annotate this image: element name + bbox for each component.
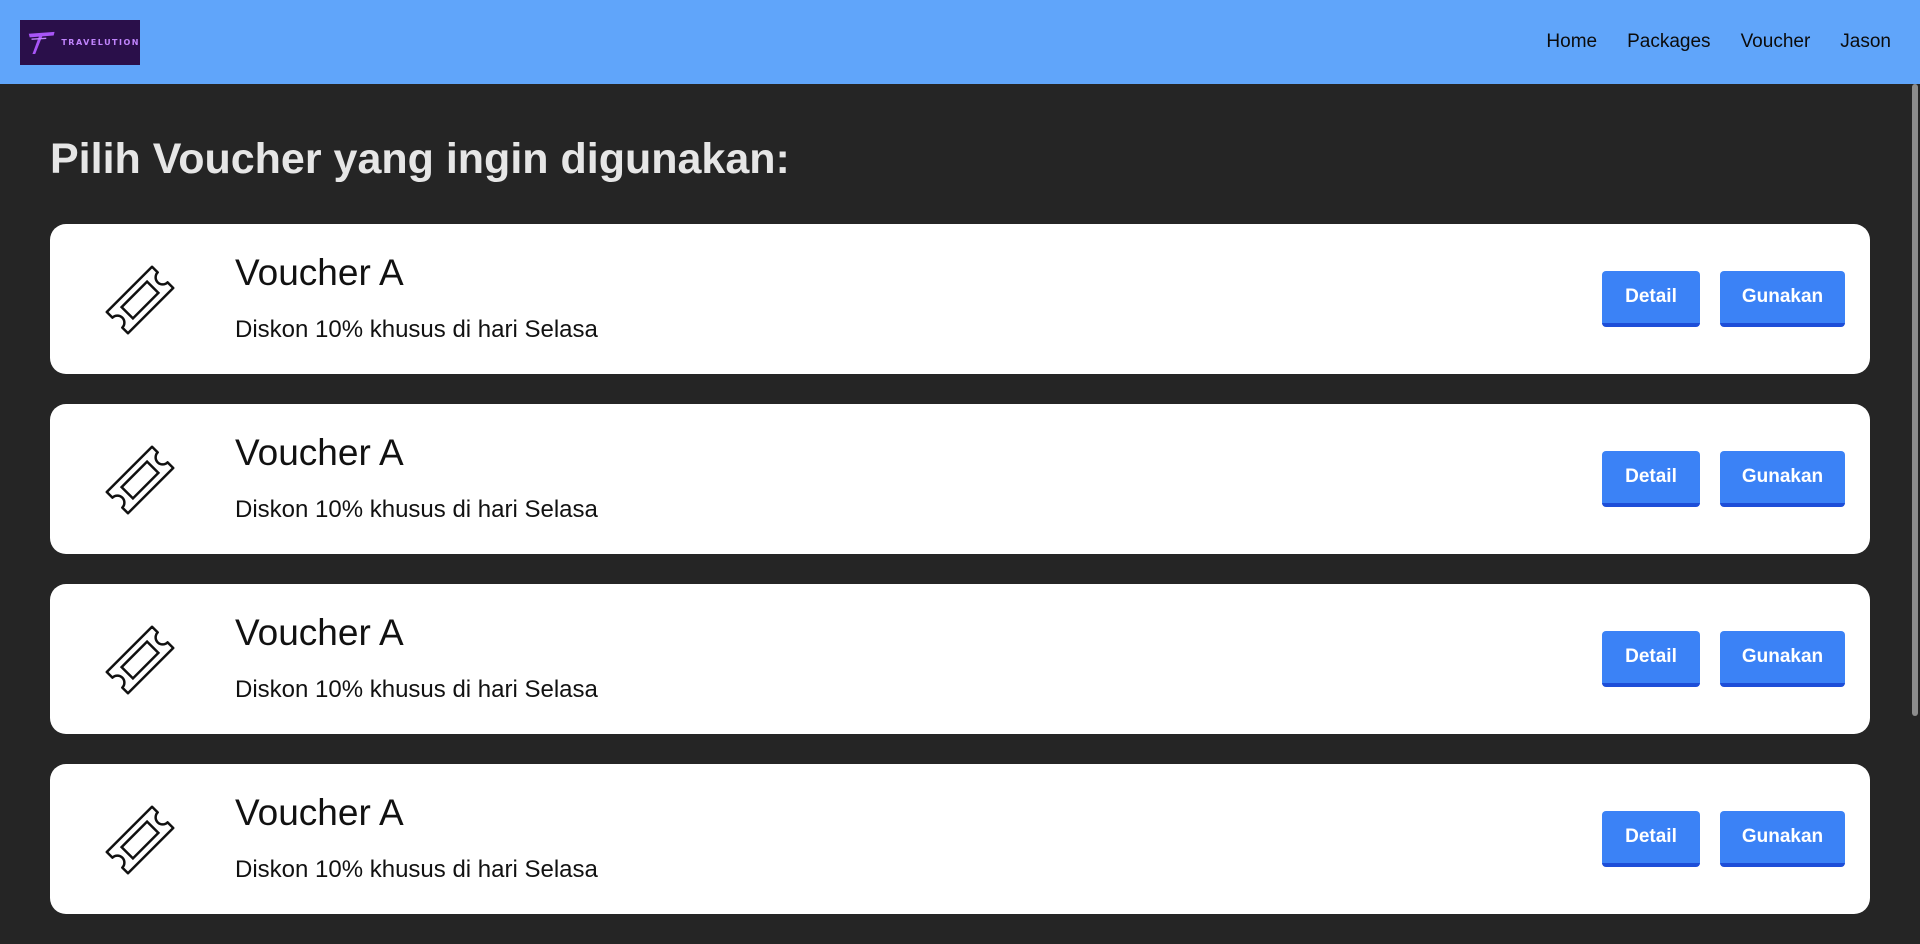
voucher-description: Diskon 10% khusus di hari Selasa bbox=[235, 316, 598, 343]
detail-button[interactable]: Detail bbox=[1602, 271, 1700, 327]
voucher-card: Voucher A Diskon 10% khusus di hari Sela… bbox=[50, 584, 1870, 734]
use-voucher-button[interactable]: Gunakan bbox=[1720, 271, 1845, 327]
voucher-card: Voucher A Diskon 10% khusus di hari Sela… bbox=[50, 224, 1870, 374]
nav-packages[interactable]: Packages bbox=[1627, 31, 1710, 53]
ticket-icon bbox=[105, 805, 175, 875]
voucher-description: Diskon 10% khusus di hari Selasa bbox=[235, 856, 598, 883]
detail-button[interactable]: Detail bbox=[1602, 451, 1700, 507]
voucher-card: Voucher A Diskon 10% khusus di hari Sela… bbox=[50, 764, 1870, 914]
voucher-list: Voucher A Diskon 10% khusus di hari Sela… bbox=[50, 224, 1870, 914]
page-title: Pilih Voucher yang ingin digunakan: bbox=[50, 135, 790, 183]
ticket-icon bbox=[105, 445, 175, 515]
voucher-description: Diskon 10% khusus di hari Selasa bbox=[235, 676, 598, 703]
use-voucher-button[interactable]: Gunakan bbox=[1720, 631, 1845, 687]
voucher-card: Voucher A Diskon 10% khusus di hari Sela… bbox=[50, 404, 1870, 554]
ticket-icon bbox=[105, 265, 175, 335]
main-content: Pilih Voucher yang ingin digunakan: Vouc… bbox=[50, 84, 1870, 944]
ticket-icon bbox=[105, 625, 175, 695]
page-scrollbar[interactable] bbox=[1910, 84, 1920, 910]
voucher-title: Voucher A bbox=[235, 792, 404, 833]
detail-button[interactable]: Detail bbox=[1602, 811, 1700, 867]
nav-user[interactable]: Jason bbox=[1840, 31, 1891, 53]
navbar: TRAVELUTION Home Packages Voucher Jason bbox=[0, 0, 1920, 84]
voucher-title: Voucher A bbox=[235, 252, 404, 293]
nav-voucher[interactable]: Voucher bbox=[1741, 31, 1811, 53]
logo-t-icon bbox=[28, 31, 55, 54]
brand-logo[interactable]: TRAVELUTION bbox=[20, 19, 140, 65]
nav-home[interactable]: Home bbox=[1546, 31, 1597, 53]
detail-button[interactable]: Detail bbox=[1602, 631, 1700, 687]
use-voucher-button[interactable]: Gunakan bbox=[1720, 451, 1845, 507]
logo-text: TRAVELUTION bbox=[61, 37, 140, 47]
nav-links: Home Packages Voucher Jason bbox=[1546, 31, 1900, 53]
voucher-title: Voucher A bbox=[235, 612, 404, 653]
scrollbar-thumb[interactable] bbox=[1912, 84, 1918, 716]
voucher-description: Diskon 10% khusus di hari Selasa bbox=[235, 496, 598, 523]
voucher-title: Voucher A bbox=[235, 432, 404, 473]
use-voucher-button[interactable]: Gunakan bbox=[1720, 811, 1845, 867]
